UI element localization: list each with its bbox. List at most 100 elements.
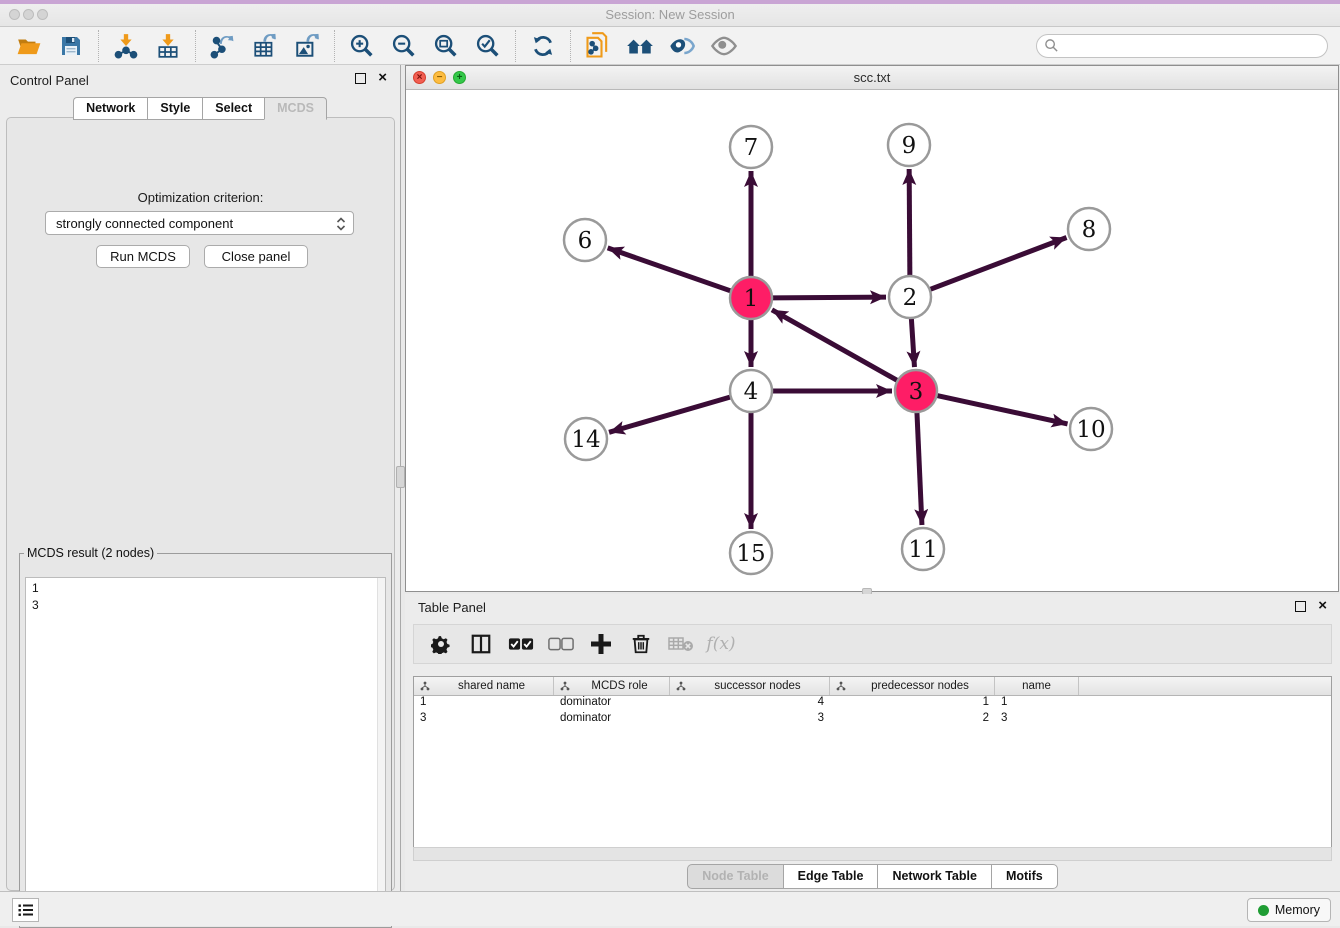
tab-style[interactable]: Style: [147, 97, 202, 120]
control-panel: Control Panel × Optimization criterion: …: [0, 65, 401, 891]
graph-node-1[interactable]: 1: [730, 277, 772, 319]
toolbar-separator: [98, 30, 99, 62]
close-table-panel-icon[interactable]: ×: [1318, 597, 1327, 615]
add-column-icon[interactable]: [588, 631, 614, 657]
open-session-icon[interactable]: [14, 31, 44, 61]
split-columns-icon[interactable]: [468, 631, 494, 657]
tab-network-table[interactable]: Network Table: [877, 864, 991, 889]
node-table[interactable]: shared nameMCDS rolesuccessor nodesprede…: [413, 676, 1332, 848]
save-session-icon[interactable]: [56, 31, 86, 61]
graph-node-label: 6: [578, 228, 593, 254]
column-header-MCDS-role[interactable]: MCDS role: [554, 677, 670, 695]
gear-icon[interactable]: [428, 631, 454, 657]
graph-edge-2-3[interactable]: [911, 318, 914, 367]
network-graph[interactable]: 7 9 6 8 1 2 4 3 14 10 15 11: [406, 90, 1338, 591]
zoom-out-icon[interactable]: [389, 31, 419, 61]
vertical-splitter-handle[interactable]: [396, 466, 405, 488]
criterion-dropdown[interactable]: strongly connected component: [45, 211, 354, 235]
table-cell[interactable]: 1: [414, 696, 554, 712]
float-table-panel-icon[interactable]: [1295, 601, 1306, 612]
close-panel-icon[interactable]: ×: [378, 69, 387, 87]
graph-edge-3-10[interactable]: [937, 395, 1068, 423]
graph-edge-2-8[interactable]: [930, 238, 1067, 290]
reset-view-icon[interactable]: [625, 31, 655, 61]
tab-network[interactable]: Network: [73, 97, 147, 120]
column-header-name[interactable]: name: [995, 677, 1079, 695]
graph-node-15[interactable]: 15: [730, 532, 772, 574]
graph-node-3[interactable]: 3: [895, 370, 937, 412]
table-cell[interactable]: 1: [830, 696, 995, 712]
table-cell[interactable]: 3: [670, 712, 830, 728]
select-all-rows-icon[interactable]: [508, 631, 534, 657]
column-header-shared-name[interactable]: shared name: [414, 677, 554, 695]
graph-edge-3-11[interactable]: [917, 412, 922, 525]
table-row[interactable]: 1dominator411: [414, 696, 1331, 712]
import-table-icon[interactable]: [153, 31, 183, 61]
task-history-button[interactable]: [12, 898, 39, 922]
graph-edge-3-1[interactable]: [772, 310, 898, 381]
graph-node-label: 2: [903, 285, 918, 311]
run-mcds-button[interactable]: Run MCDS: [96, 245, 190, 268]
graph-node-7[interactable]: 7: [730, 126, 772, 168]
table-cell[interactable]: 1: [995, 696, 1079, 712]
memory-button[interactable]: Memory: [1247, 898, 1331, 922]
main-toolbar: [0, 27, 1340, 65]
export-table-icon[interactable]: [250, 31, 280, 61]
graph-edge-2-9[interactable]: [909, 169, 910, 276]
column-header-successor-nodes[interactable]: successor nodes: [670, 677, 830, 695]
graph-node-9[interactable]: 9: [888, 124, 930, 166]
new-network-icon[interactable]: [583, 31, 613, 61]
hide-details-icon[interactable]: [709, 31, 739, 61]
column-type-icon: [836, 681, 846, 691]
tab-edge-table[interactable]: Edge Table: [783, 864, 878, 889]
float-panel-icon[interactable]: [355, 73, 366, 84]
export-image-icon[interactable]: [292, 31, 322, 61]
table-cell[interactable]: 3: [995, 712, 1079, 728]
search-input[interactable]: [1036, 34, 1328, 58]
import-network-icon[interactable]: [111, 31, 141, 61]
export-network-icon[interactable]: [208, 31, 238, 61]
toolbar-separator: [570, 30, 571, 62]
table-horizontal-scrollbar[interactable]: [413, 847, 1332, 861]
toolbar-separator: [334, 30, 335, 62]
graph-node-2[interactable]: 2: [889, 276, 931, 318]
table-panel: Table Panel ×: [405, 594, 1340, 891]
graph-node-14[interactable]: 14: [565, 418, 607, 460]
refresh-icon[interactable]: [528, 31, 558, 61]
graph-node-10[interactable]: 10: [1070, 408, 1112, 450]
graph-edge-1-2[interactable]: [772, 297, 886, 298]
mcds-result-list: 1 3: [25, 577, 386, 921]
zoom-in-icon[interactable]: [347, 31, 377, 61]
graph-edge-1-6[interactable]: [608, 248, 732, 291]
deselect-rows-icon[interactable]: [548, 631, 574, 657]
zoom-selected-icon[interactable]: [473, 31, 503, 61]
close-panel-button[interactable]: Close panel: [204, 245, 308, 268]
graph-node-4[interactable]: 4: [730, 370, 772, 412]
table-cell[interactable]: dominator: [554, 696, 670, 712]
tab-mcds[interactable]: MCDS: [264, 97, 327, 120]
graphics-details-icon[interactable]: [667, 31, 697, 61]
tab-select[interactable]: Select: [202, 97, 264, 120]
result-scrollbar[interactable]: [377, 578, 385, 920]
graph-node-6[interactable]: 6: [564, 219, 606, 261]
graph-node-11[interactable]: 11: [902, 528, 944, 570]
column-header-predecessor-nodes[interactable]: predecessor nodes: [830, 677, 995, 695]
graph-node-label: 9: [902, 133, 917, 159]
table-cell[interactable]: 3: [414, 712, 554, 728]
table-cell[interactable]: 2: [830, 712, 995, 728]
list-icon: [18, 903, 34, 917]
table-cell[interactable]: dominator: [554, 712, 670, 728]
graph-edge-4-14[interactable]: [609, 397, 731, 432]
graph-node-label: 7: [744, 135, 759, 161]
delete-column-icon[interactable]: [628, 631, 654, 657]
tab-motifs[interactable]: Motifs: [991, 864, 1058, 889]
table-row[interactable]: 3dominator323: [414, 712, 1331, 728]
node-table-body: 1dominator4113dominator323: [414, 696, 1331, 728]
graph-node-label: 4: [744, 379, 759, 405]
tab-node-table[interactable]: Node Table: [687, 864, 782, 889]
zoom-fit-icon[interactable]: [431, 31, 461, 61]
memory-label: Memory: [1275, 903, 1320, 917]
table-cell[interactable]: 4: [670, 696, 830, 712]
graph-node-8[interactable]: 8: [1068, 208, 1110, 250]
table-panel-title: Table Panel: [418, 600, 486, 615]
